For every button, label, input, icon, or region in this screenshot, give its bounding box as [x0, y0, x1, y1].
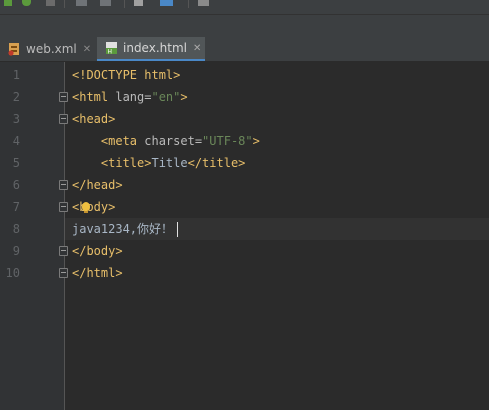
line-number: 4 — [12, 134, 20, 148]
tab-label: web.xml — [26, 42, 77, 56]
structure-icon[interactable] — [160, 0, 173, 6]
line-number: 10 — [5, 266, 20, 280]
code-line[interactable]: <head> — [72, 108, 115, 130]
code-token: "UTF-8" — [202, 134, 253, 148]
code-token: "en" — [151, 90, 181, 104]
code-line[interactable]: </head> — [72, 174, 123, 196]
code-token: <title> — [72, 156, 152, 170]
line-number: 1 — [12, 68, 20, 82]
toolbar — [0, 0, 489, 15]
html-file-icon: H — [105, 41, 118, 56]
text-caret — [177, 222, 179, 237]
code-token: java1234,你好！ — [72, 222, 174, 236]
build-icon[interactable] — [76, 0, 87, 6]
wrench-icon[interactable] — [134, 0, 143, 6]
stop-icon[interactable] — [46, 0, 55, 6]
line-number: 2 — [12, 90, 20, 104]
code-token: <body> — [72, 200, 116, 214]
code-token: Title — [151, 156, 188, 170]
toolbar-gap — [0, 15, 489, 37]
toolbar-separator — [188, 0, 189, 8]
coverage-icon[interactable] — [100, 0, 111, 6]
close-icon[interactable]: ✕ — [83, 44, 91, 55]
code-token: </html> — [72, 266, 123, 280]
code-token: <!DOCTYPE html> — [72, 68, 181, 82]
code-line[interactable]: <html lang="en"> — [72, 86, 188, 108]
line-number: 9 — [12, 244, 20, 258]
toolbar-separator — [124, 0, 125, 8]
close-icon[interactable]: ✕ — [193, 43, 201, 54]
code-line[interactable]: <meta charset="UTF-8"> — [72, 130, 260, 152]
code-token: > — [180, 90, 188, 104]
lightbulb-icon[interactable] — [82, 202, 90, 213]
code-token: </title> — [187, 156, 246, 170]
code-token: <head> — [72, 112, 116, 126]
run-icon[interactable] — [4, 0, 12, 6]
tab-web-xml[interactable]: web.xml ✕ — [0, 37, 97, 61]
code-editor[interactable]: <!DOCTYPE html> <html lang="en"> <head> <m… — [65, 62, 489, 410]
code-line[interactable]: </html> — [72, 262, 123, 284]
line-number: 8 — [12, 222, 20, 236]
code-token: </head> — [72, 178, 123, 192]
code-token: <html — [72, 90, 116, 104]
save-icon[interactable] — [198, 0, 209, 6]
line-number: 3 — [12, 112, 20, 126]
code-token: <meta — [72, 134, 145, 148]
svg-text:H: H — [108, 49, 113, 56]
code-token: charset= — [144, 134, 203, 148]
code-token: lang= — [115, 90, 152, 104]
code-token: > — [252, 134, 260, 148]
toolbar-separator — [64, 0, 65, 8]
code-line[interactable]: <body> — [72, 196, 115, 218]
line-number: 5 — [12, 156, 20, 170]
line-number: 6 — [12, 178, 20, 192]
line-number: 7 — [12, 200, 20, 214]
xml-file-icon — [8, 42, 21, 56]
line-number-gutter: 1 2 3 4 5 6 7 8 9 10 — [0, 62, 65, 410]
code-line[interactable]: <!DOCTYPE html> — [72, 64, 180, 86]
code-line[interactable]: java1234,你好！ — [72, 218, 179, 240]
code-line[interactable]: <title>Title</title> — [72, 152, 246, 174]
tab-index-html[interactable]: H index.html ✕ — [97, 37, 205, 61]
editor-tab-bar: web.xml ✕ H index.html ✕ — [0, 37, 489, 62]
code-token: </body> — [72, 244, 123, 258]
tab-label: index.html — [123, 41, 187, 55]
code-line[interactable]: </body> — [72, 240, 123, 262]
debug-icon[interactable] — [22, 0, 31, 6]
